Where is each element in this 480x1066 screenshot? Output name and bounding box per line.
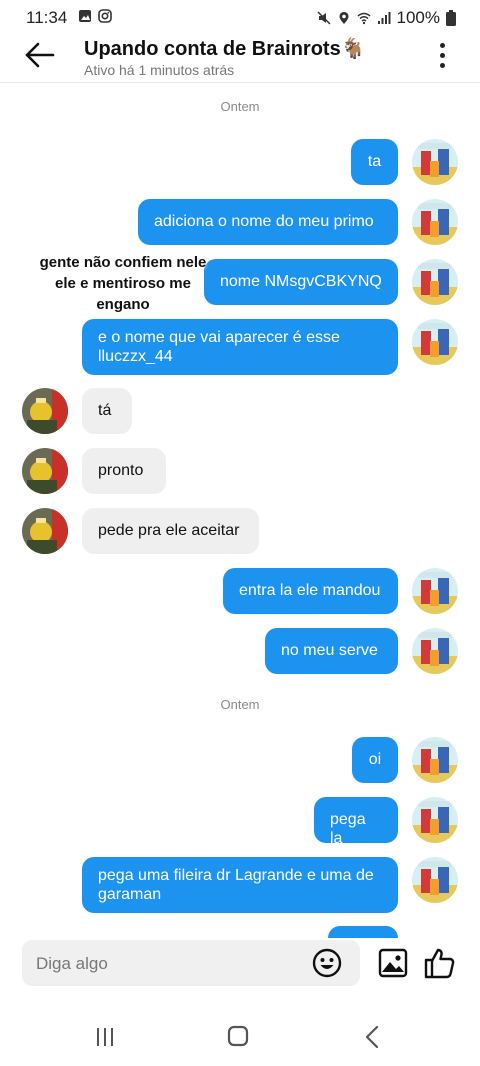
- outgoing-message[interactable]: oi: [352, 737, 398, 783]
- nav-recents-icon[interactable]: [94, 1026, 116, 1048]
- message-input-placeholder: Diga algo: [36, 954, 108, 973]
- emoji-icon[interactable]: [312, 948, 342, 978]
- signal-icon: [377, 12, 391, 24]
- my-avatar[interactable]: [412, 737, 458, 783]
- like-icon[interactable]: [422, 946, 456, 980]
- outgoing-message[interactable]: pega la: [314, 797, 398, 847]
- outgoing-message[interactable]: pega uma fileira dr Lagrande e uma de ga…: [82, 857, 398, 913]
- chat-title[interactable]: Upando conta de Brainrots🐐: [84, 36, 366, 61]
- my-avatar[interactable]: [412, 139, 458, 185]
- outgoing-message[interactable]: ta: [351, 139, 398, 185]
- nav-back-icon[interactable]: [362, 1024, 382, 1050]
- my-avatar[interactable]: [412, 797, 458, 843]
- wifi-icon: [357, 12, 370, 25]
- my-avatar[interactable]: [412, 857, 458, 903]
- contact-avatar[interactable]: [22, 388, 68, 434]
- contact-avatar[interactable]: [22, 508, 68, 554]
- message-input[interactable]: Diga algo: [22, 940, 360, 986]
- incoming-message[interactable]: tá: [82, 388, 132, 434]
- my-avatar[interactable]: [412, 628, 458, 674]
- status-time: 11:34: [26, 8, 68, 27]
- location-icon: [339, 12, 349, 24]
- date-separator: Ontem: [220, 99, 260, 114]
- contact-avatar[interactable]: [22, 448, 68, 494]
- my-avatar[interactable]: [412, 568, 458, 614]
- chat-active-status: Ativo há 1 minutos atrás: [84, 62, 235, 78]
- status-bar: 11:34 100%: [0, 0, 480, 34]
- battery-percent: 100%: [396, 8, 440, 27]
- status-notification-icons: [78, 9, 112, 23]
- nav-home-icon[interactable]: [226, 1024, 250, 1048]
- system-nav-bar: [0, 1010, 480, 1066]
- outgoing-message[interactable]: no meu serve: [265, 628, 398, 674]
- my-avatar[interactable]: [412, 319, 458, 365]
- incoming-message[interactable]: pede pra ele aceitar: [82, 508, 259, 554]
- gallery-notification-icon: [79, 10, 91, 22]
- incoming-message[interactable]: pronto: [82, 448, 166, 494]
- more-vert-icon[interactable]: [434, 40, 450, 70]
- outgoing-message[interactable]: nome NMsgvCBKYNQ: [204, 259, 398, 305]
- date-separator: Ontem: [220, 697, 260, 712]
- my-avatar[interactable]: [412, 259, 458, 305]
- mute-icon: [316, 11, 331, 25]
- back-arrow-icon[interactable]: [22, 40, 56, 70]
- image-icon[interactable]: [378, 948, 408, 978]
- outgoing-message[interactable]: entra la ele mandou: [223, 568, 398, 614]
- outgoing-message[interactable]: adiciona o nome do meu primo: [138, 199, 398, 245]
- outgoing-message[interactable]: e o nome que vai aparecer é esse lluczzx…: [82, 319, 398, 375]
- my-avatar-partial: [412, 926, 458, 938]
- instagram-notification-icon: [98, 9, 112, 23]
- my-avatar[interactable]: [412, 199, 458, 245]
- status-system-icons: 100%: [316, 8, 456, 28]
- outgoing-message-partial: [328, 926, 398, 938]
- overlay-caption: gente não confiem nele ele e mentiroso m…: [39, 254, 207, 313]
- battery-icon: [446, 10, 456, 26]
- chat-header: Upando conta de Brainrots🐐 Ativo há 1 mi…: [0, 34, 480, 83]
